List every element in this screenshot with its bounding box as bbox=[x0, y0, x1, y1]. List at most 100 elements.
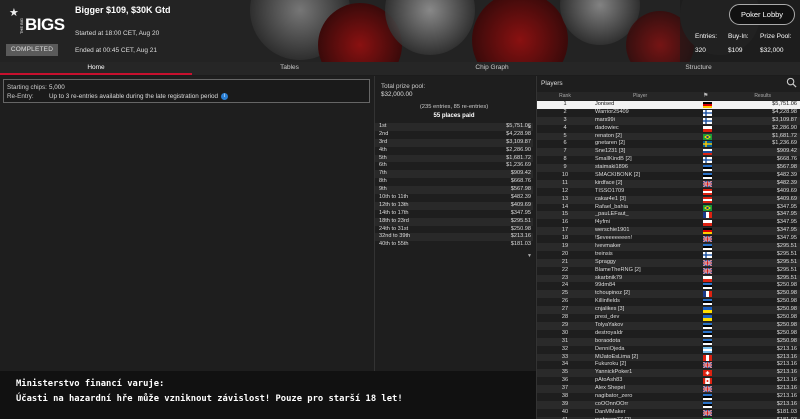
player-row[interactable]: 16 f4yfmi $347.95 bbox=[537, 219, 800, 227]
player-row[interactable]: 14 Rafael_bahia $347.95 bbox=[537, 204, 800, 212]
entries-value: 320 bbox=[695, 47, 706, 54]
buyin-value: $109 bbox=[728, 47, 743, 54]
player-row[interactable]: 38 nagibator_zero $213.16 bbox=[537, 393, 800, 401]
player-row[interactable]: 33 MiJatoEsLima [2] $213.16 bbox=[537, 353, 800, 362]
player-row[interactable]: 30 destroyaIdr $250.98 bbox=[537, 330, 800, 338]
gambling-warning: Ministerstvo financí varuje: Účasti na h… bbox=[0, 371, 536, 419]
player-row[interactable]: 4 dadowiec $2,286.90 bbox=[537, 125, 800, 133]
player-row[interactable]: 31 boraodota $250.98 bbox=[537, 337, 800, 346]
player-result: $213.16 bbox=[776, 345, 797, 352]
player-row[interactable]: 15 _pauLEFaut_ $347.95 bbox=[537, 211, 800, 220]
total-prize-pool-value: $32,000.00 bbox=[381, 91, 413, 98]
tab-tables[interactable]: Tables bbox=[192, 62, 387, 75]
players-table-header: Rank Player ⚑ Results bbox=[537, 92, 800, 100]
payout-place: 40th to 55th bbox=[379, 241, 409, 248]
player-rank: 28 bbox=[561, 314, 569, 321]
player-rank: 4 bbox=[563, 124, 567, 131]
scroll-up-icon[interactable]: ▲ bbox=[527, 124, 532, 130]
player-name: destroyaIdr bbox=[595, 329, 623, 336]
player-name: Killinfields bbox=[595, 298, 620, 305]
player-row[interactable]: 2 Warrior25409 $4,228.98 bbox=[537, 109, 800, 117]
col-rank[interactable]: Rank bbox=[537, 93, 593, 99]
payout-place: 2nd bbox=[379, 130, 389, 137]
player-result: $409.69 bbox=[776, 195, 797, 202]
col-results[interactable]: Results bbox=[754, 93, 771, 99]
player-row[interactable]: 40 DanMMaker $181.03 bbox=[537, 409, 800, 417]
payout-row: 24th to 31st $250.98 bbox=[375, 226, 533, 234]
poker-lobby-button[interactable]: Poker Lobby bbox=[729, 4, 795, 25]
player-row[interactable]: 26 Killinfields $250.98 bbox=[537, 298, 800, 306]
player-row[interactable]: 1 Jonised $5,751.06 bbox=[537, 101, 800, 109]
player-result: $213.16 bbox=[776, 353, 797, 360]
player-row[interactable]: 11 kirdface [2] $482.39 bbox=[537, 179, 800, 188]
reentry-label: Re-Entry: bbox=[7, 93, 34, 100]
payout-amount: $409.69 bbox=[510, 201, 531, 208]
player-name: Spraggy bbox=[595, 258, 616, 265]
country-flag-icon bbox=[703, 212, 712, 219]
buyin-stat: Buy-In: $109 bbox=[728, 33, 749, 54]
player-rank: 34 bbox=[561, 361, 569, 368]
player-row[interactable]: 24 99dm84 $250.98 bbox=[537, 282, 800, 290]
player-row[interactable]: 20 treinsis $295.51 bbox=[537, 251, 800, 259]
player-rank: 8 bbox=[563, 156, 567, 163]
tab-structure[interactable]: Structure bbox=[597, 62, 800, 75]
country-flag-icon bbox=[703, 291, 712, 298]
payout-amount: $1,681.72 bbox=[506, 154, 531, 161]
player-rank: 40 bbox=[561, 408, 569, 415]
player-row[interactable]: 5 renaton [2] $1,681.72 bbox=[537, 132, 800, 141]
player-row[interactable]: 9 staimaki1896 $567.98 bbox=[537, 164, 800, 173]
player-name: Warrior25409 bbox=[595, 108, 629, 115]
info-icon[interactable]: i bbox=[221, 93, 229, 100]
player-result: $213.16 bbox=[776, 377, 797, 384]
player-row[interactable]: 28 presi_dev $250.98 bbox=[537, 314, 800, 322]
reentry-text: Up to 3 re-entries available during the … bbox=[49, 93, 219, 101]
player-row[interactable]: 29 TolyaYakov $250.98 bbox=[537, 321, 800, 330]
player-result: $347.95 bbox=[776, 235, 797, 242]
player-row[interactable]: 18 !$eveeeeeeen! $347.95 bbox=[537, 235, 800, 243]
player-row[interactable]: 27 cnjalikes [3] $250.98 bbox=[537, 306, 800, 315]
player-row[interactable]: 12 TISSO1709 $409.69 bbox=[537, 188, 800, 196]
player-row[interactable]: 10 SMACKIBONK [2] $482.39 bbox=[537, 172, 800, 180]
player-rank: 10 bbox=[561, 172, 569, 179]
player-name: staimaki1896 bbox=[595, 164, 628, 171]
star-icon: ★ bbox=[9, 7, 19, 19]
player-row[interactable]: 3 mars99i $3,109.87 bbox=[537, 116, 800, 125]
player-row[interactable]: 19 Ivevmaker $295.51 bbox=[537, 243, 800, 251]
scroll-down-icon[interactable]: ▼ bbox=[527, 253, 532, 259]
player-result: $250.98 bbox=[776, 306, 797, 313]
prize-pool-stat: Prize Pool: $32,000 bbox=[760, 33, 791, 54]
player-row[interactable]: 32 DenniOjeda $213.16 bbox=[537, 346, 800, 354]
payout-place: 6th bbox=[379, 162, 387, 169]
tab-bar: Home Tables Chip Graph Structure bbox=[0, 62, 800, 75]
player-row[interactable]: 7 Sne1231 [3] $909.42 bbox=[537, 148, 800, 157]
payout-row: 10th to 11th $482.39 bbox=[375, 194, 533, 202]
player-row[interactable]: 34 Fukuroku [2] $213.16 bbox=[537, 361, 800, 369]
tab-chip-graph[interactable]: Chip Graph bbox=[387, 62, 597, 75]
player-name: dadowiec bbox=[595, 124, 619, 131]
player-row[interactable]: 13 cakar4e1 [3] $409.69 bbox=[537, 195, 800, 204]
player-rank: 24 bbox=[561, 282, 569, 289]
payout-row: 7th $909.42 bbox=[375, 170, 533, 179]
places-paid: 55 places paid bbox=[433, 113, 475, 119]
player-row[interactable]: 17 werschie1901 $347.95 bbox=[537, 227, 800, 236]
player-row[interactable]: 35 YannickPoker1 $213.16 bbox=[537, 369, 800, 378]
player-row[interactable]: 39 coOOnnOOrr $213.16 bbox=[537, 400, 800, 409]
player-row[interactable]: 25 tchoupinoz [2] $250.98 bbox=[537, 290, 800, 299]
player-row[interactable]: 21 Spraggy $295.51 bbox=[537, 258, 800, 267]
flag-column-icon[interactable]: ⚑ bbox=[703, 92, 708, 99]
player-row[interactable]: 23 skarbnik79 $295.51 bbox=[537, 274, 800, 283]
col-player[interactable]: Player bbox=[633, 93, 647, 99]
player-rank: 23 bbox=[561, 274, 569, 281]
player-row[interactable]: 8 SmallKindB [2] $668.76 bbox=[537, 156, 800, 164]
search-icon[interactable] bbox=[786, 77, 797, 88]
player-result: $347.95 bbox=[776, 211, 797, 218]
country-flag-icon bbox=[703, 401, 712, 408]
player-row[interactable]: 22 BlameTheRNG [2] $295.51 bbox=[537, 267, 800, 275]
player-result: $250.98 bbox=[776, 282, 797, 289]
player-row[interactable]: 36 pAtoAsh83 $213.16 bbox=[537, 377, 800, 385]
payout-place: 9th bbox=[379, 186, 387, 193]
player-row[interactable]: 6 gnetaren [2] $1,236.69 bbox=[537, 140, 800, 148]
country-flag-icon bbox=[703, 275, 712, 282]
player-row[interactable]: 37 Alex Shepel $213.16 bbox=[537, 385, 800, 393]
tab-home[interactable]: Home bbox=[0, 62, 192, 75]
